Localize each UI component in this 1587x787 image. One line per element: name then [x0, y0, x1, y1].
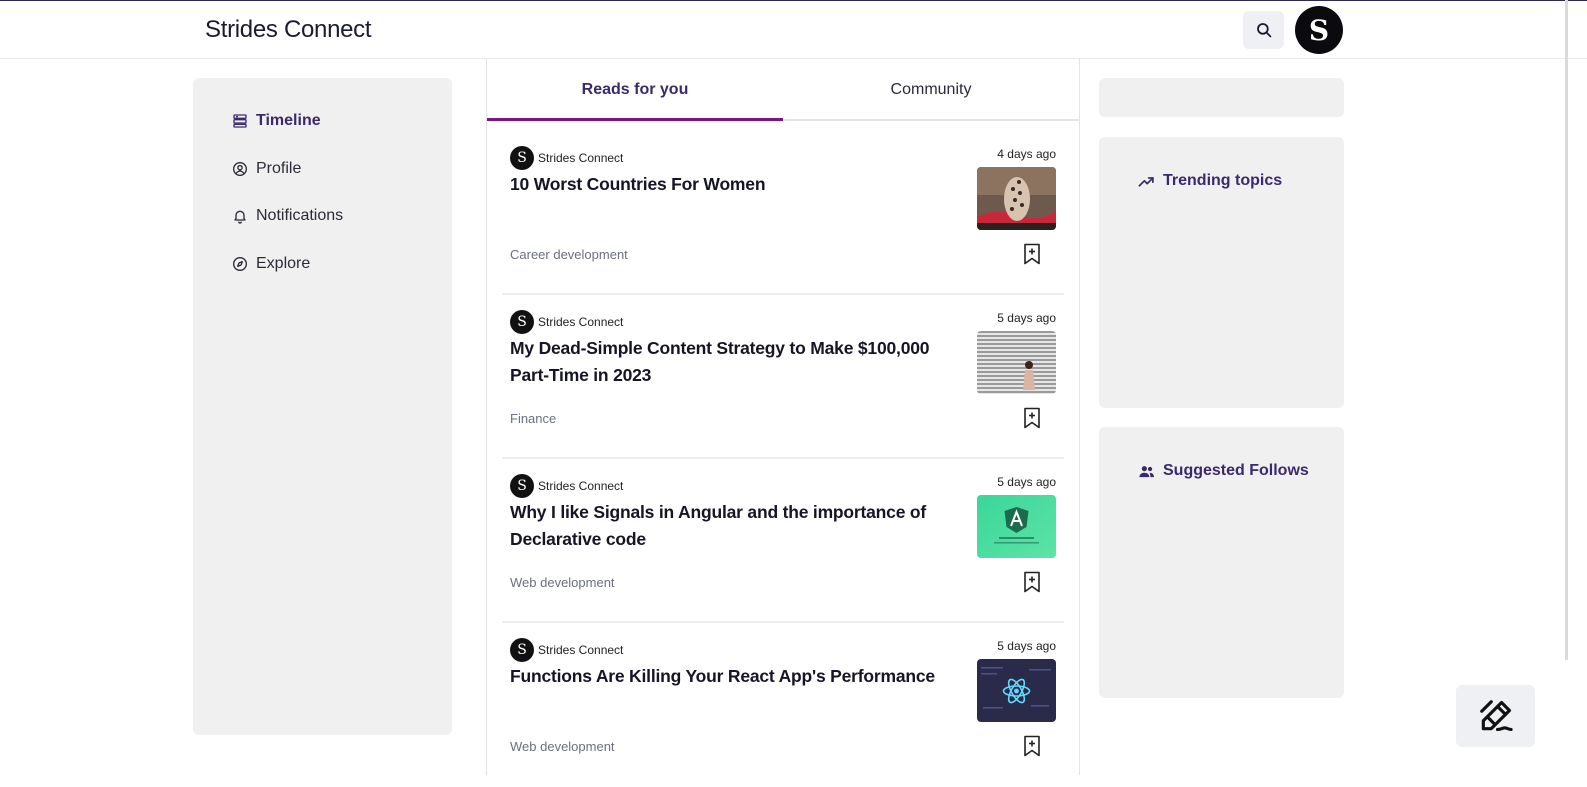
- user-circle-icon: [233, 162, 247, 176]
- thumbnail-image: [977, 331, 1056, 394]
- post-title[interactable]: Why I like Signals in Angular and the im…: [510, 499, 965, 553]
- app-title[interactable]: Strides Connect: [205, 16, 372, 44]
- feed: Reads for you Community S Strides Connec…: [486, 59, 1080, 775]
- post-card[interactable]: S Strides Connect 4 days ago 10 Worst Co…: [502, 131, 1064, 295]
- tab-community[interactable]: Community: [783, 59, 1079, 121]
- post-thumbnail[interactable]: [977, 167, 1056, 230]
- sidebar-item-explore[interactable]: Explore: [232, 255, 310, 273]
- page-scrollbar[interactable]: [1565, 0, 1568, 660]
- sidebar: Timeline Profile Notifications Explore: [193, 78, 452, 735]
- sidebar-item-label: Explore: [256, 255, 311, 272]
- post-thumbnail[interactable]: [977, 659, 1056, 722]
- suggested-follows-label: Suggested Follows: [1163, 462, 1309, 479]
- post-category[interactable]: Career development: [510, 247, 628, 262]
- post-time: 5 days ago: [997, 311, 1056, 325]
- compass-icon: [233, 257, 247, 271]
- author-avatar: S: [510, 474, 534, 498]
- sidebar-item-timeline[interactable]: Timeline: [232, 112, 321, 130]
- post-time: 4 days ago: [997, 147, 1056, 161]
- post-category[interactable]: Web development: [510, 739, 615, 754]
- post-thumbnail[interactable]: [977, 331, 1056, 394]
- sidebar-item-label: Notifications: [256, 207, 344, 224]
- tab-reads-for-you[interactable]: Reads for you: [487, 59, 783, 121]
- author-avatar: S: [510, 638, 534, 662]
- bookmark-add-icon[interactable]: [1022, 407, 1042, 429]
- trending-topics-label: Trending topics: [1163, 172, 1283, 189]
- post-thumbnail[interactable]: [977, 495, 1056, 558]
- timeline-icon: [233, 114, 247, 128]
- post-card[interactable]: S Strides Connect 5 days ago My Dead-Sim…: [502, 295, 1064, 459]
- suggested-follows-card: Suggested Follows: [1099, 427, 1344, 698]
- post-author[interactable]: S Strides Connect: [510, 146, 623, 170]
- sidebar-item-notifications[interactable]: Notifications: [232, 207, 343, 225]
- post-time: 5 days ago: [997, 639, 1056, 653]
- author-name: Strides Connect: [538, 643, 624, 657]
- post-title[interactable]: My Dead-Simple Content Strategy to Make …: [510, 335, 965, 389]
- active-tab-indicator: [487, 118, 783, 121]
- search-icon: [1256, 23, 1271, 38]
- suggested-follows-heading: Suggested Follows: [1138, 462, 1309, 480]
- author-avatar: S: [510, 310, 534, 334]
- post-category[interactable]: Web development: [510, 575, 615, 590]
- post-author[interactable]: S Strides Connect: [510, 474, 623, 498]
- compose-icon: [1479, 700, 1513, 732]
- post-card[interactable]: S Strides Connect 5 days ago Why I like …: [502, 459, 1064, 623]
- bookmark-add-icon[interactable]: [1022, 243, 1042, 265]
- compose-button[interactable]: [1456, 685, 1535, 747]
- right-placeholder-card: [1099, 78, 1344, 117]
- author-name: Strides Connect: [538, 151, 624, 165]
- trending-topics-card: Trending topics: [1099, 137, 1344, 408]
- thumbnail-image: [977, 167, 1056, 230]
- app-header: Strides Connect S: [0, 1, 1587, 59]
- post-category[interactable]: Finance: [510, 411, 556, 426]
- author-name: Strides Connect: [538, 479, 624, 493]
- users-icon: [1139, 465, 1154, 477]
- post-author[interactable]: S Strides Connect: [510, 310, 623, 334]
- post-author[interactable]: S Strides Connect: [510, 638, 623, 662]
- author-avatar: S: [510, 146, 534, 170]
- thumbnail-image: [977, 495, 1056, 558]
- thumbnail-image: [977, 659, 1056, 722]
- post-title[interactable]: Functions Are Killing Your React App's P…: [510, 663, 965, 690]
- search-button[interactable]: [1243, 11, 1284, 49]
- feed-tabs: Reads for you Community: [487, 59, 1080, 121]
- post-card[interactable]: S Strides Connect 5 days ago Functions A…: [502, 623, 1064, 787]
- sidebar-item-label: Timeline: [256, 112, 321, 129]
- post-time: 5 days ago: [997, 475, 1056, 489]
- user-avatar[interactable]: S: [1295, 6, 1343, 54]
- bell-icon: [234, 210, 246, 224]
- sidebar-item-profile[interactable]: Profile: [232, 160, 301, 178]
- post-title[interactable]: 10 Worst Countries For Women: [510, 171, 965, 198]
- trending-up-icon: [1138, 176, 1154, 187]
- bookmark-add-icon[interactable]: [1022, 735, 1042, 757]
- bookmark-add-icon[interactable]: [1022, 571, 1042, 593]
- trending-topics-heading: Trending topics: [1138, 172, 1282, 190]
- author-name: Strides Connect: [538, 315, 624, 329]
- sidebar-item-label: Profile: [256, 160, 302, 177]
